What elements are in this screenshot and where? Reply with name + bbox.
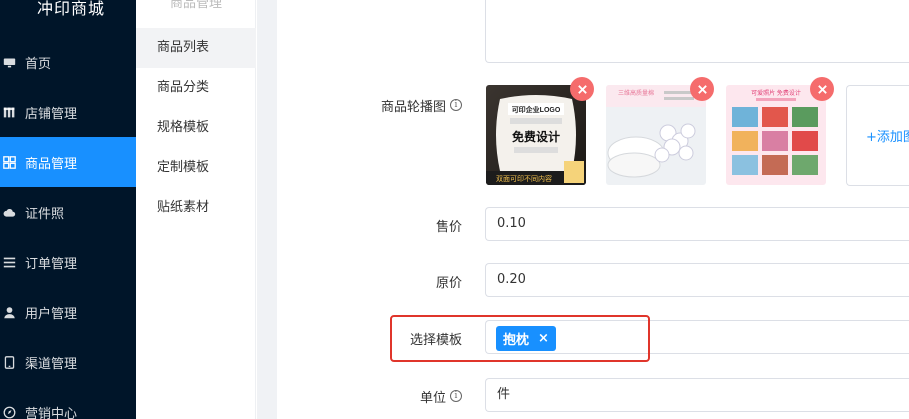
price-input[interactable]: 0.10 bbox=[485, 207, 909, 241]
store-icon bbox=[3, 106, 16, 119]
pillow-fluff-image: 三维高质量棉 bbox=[606, 85, 706, 185]
image-caption-top: 可印企业LOGO bbox=[512, 105, 561, 114]
nav-item-orders[interactable]: 订单管理 bbox=[0, 237, 136, 287]
template-tag-label: 抱枕 bbox=[503, 333, 530, 348]
compass-icon bbox=[3, 406, 16, 419]
product-submenu: 商品管理 商品列表 商品分类 规格模板 定制模板 贴纸素材 bbox=[136, 0, 256, 419]
monitor-icon bbox=[3, 56, 16, 69]
nav-item-label: 用户管理 bbox=[25, 306, 78, 322]
submenu-item-categories[interactable]: 商品分类 bbox=[136, 68, 256, 108]
info-icon[interactable]: i bbox=[450, 390, 462, 402]
nav-item-label: 渠道管理 bbox=[25, 356, 78, 372]
pillow-photo-image: 可印企业LOGO 免费设计 双面可印不同内容 bbox=[486, 85, 586, 185]
submenu-item-stickers[interactable]: 贴纸素材 bbox=[136, 188, 256, 228]
nav-item-label: 商品管理 bbox=[25, 156, 78, 172]
photo-collage-image: 可爱照片 免费设计 bbox=[726, 85, 826, 185]
close-icon bbox=[817, 84, 827, 94]
original-price-input[interactable]: 0.20 bbox=[485, 263, 909, 297]
close-icon bbox=[577, 84, 587, 94]
nav-item-label: 店铺管理 bbox=[25, 106, 78, 122]
template-label: 选择模板 bbox=[409, 332, 462, 348]
carousel-image-2[interactable]: 三维高质量棉 bbox=[606, 85, 706, 185]
nav-item-id-photo[interactable]: 证件照 bbox=[0, 187, 136, 237]
phone-icon bbox=[3, 355, 16, 369]
carousel-image-3[interactable]: 可爱照片 免费设计 bbox=[726, 85, 826, 185]
info-icon[interactable]: i bbox=[450, 99, 462, 111]
user-icon bbox=[3, 306, 16, 319]
image-caption-top: 可爱照片 免费设计 bbox=[751, 89, 801, 97]
unit-label-text: 单位 bbox=[419, 390, 446, 406]
image-caption-top: 三维高质量棉 bbox=[618, 89, 654, 97]
nav-item-marketing[interactable]: 营销中心 bbox=[0, 387, 136, 419]
submenu-item-spec-templates[interactable]: 规格模板 bbox=[136, 108, 256, 148]
unit-input[interactable]: 件 bbox=[485, 378, 909, 412]
list-icon bbox=[3, 256, 16, 269]
template-tag: 抱枕 × bbox=[496, 326, 556, 351]
brand-title: 冲印商城 bbox=[36, 0, 105, 18]
unit-label: 单位 i bbox=[390, 386, 462, 406]
delete-image-button[interactable] bbox=[570, 77, 594, 101]
submenu-item-custom-templates[interactable]: 定制模板 bbox=[136, 148, 256, 188]
nav-item-label: 营销中心 bbox=[25, 406, 78, 419]
carousel-label: 商品轮播图 i bbox=[340, 95, 462, 115]
close-icon bbox=[697, 84, 707, 94]
carousel-label-text: 商品轮播图 bbox=[380, 99, 446, 115]
nav-item-products[interactable]: 商品管理 bbox=[0, 137, 136, 187]
nav-item-label: 订单管理 bbox=[25, 256, 78, 272]
nav-item-home[interactable]: 首页 bbox=[0, 37, 136, 87]
original-price-label: 原价 bbox=[435, 275, 462, 291]
delete-image-button[interactable] bbox=[690, 77, 714, 101]
tag-close-icon[interactable]: × bbox=[538, 331, 549, 346]
submenu-title: 商品管理 bbox=[169, 0, 222, 11]
image-caption-mid: 免费设计 bbox=[512, 129, 560, 144]
delete-image-button[interactable] bbox=[810, 77, 834, 101]
cloud-icon bbox=[3, 206, 16, 219]
nav-item-users[interactable]: 用户管理 bbox=[0, 287, 136, 337]
apps-icon bbox=[3, 155, 16, 169]
add-image-button[interactable]: +添加图 bbox=[846, 85, 909, 186]
nav-item-store[interactable]: 店铺管理 bbox=[0, 87, 136, 137]
submenu-item-product-list[interactable]: 商品列表 bbox=[136, 28, 256, 68]
description-textarea[interactable] bbox=[485, 0, 909, 63]
price-label: 售价 bbox=[435, 219, 462, 235]
nav-item-label: 证件照 bbox=[25, 206, 65, 222]
nav-item-channels[interactable]: 渠道管理 bbox=[0, 337, 136, 387]
image-caption-bottom: 双面可印不同内容 bbox=[496, 174, 552, 183]
nav-item-label: 首页 bbox=[25, 56, 52, 72]
carousel-image-1[interactable]: 可印企业LOGO 免费设计 双面可印不同内容 bbox=[486, 85, 586, 185]
main-sidebar: 冲印商城 首页 店铺管理 商品管理 证件照 订单管理 用户管理 渠道管理 营销中… bbox=[0, 0, 136, 419]
